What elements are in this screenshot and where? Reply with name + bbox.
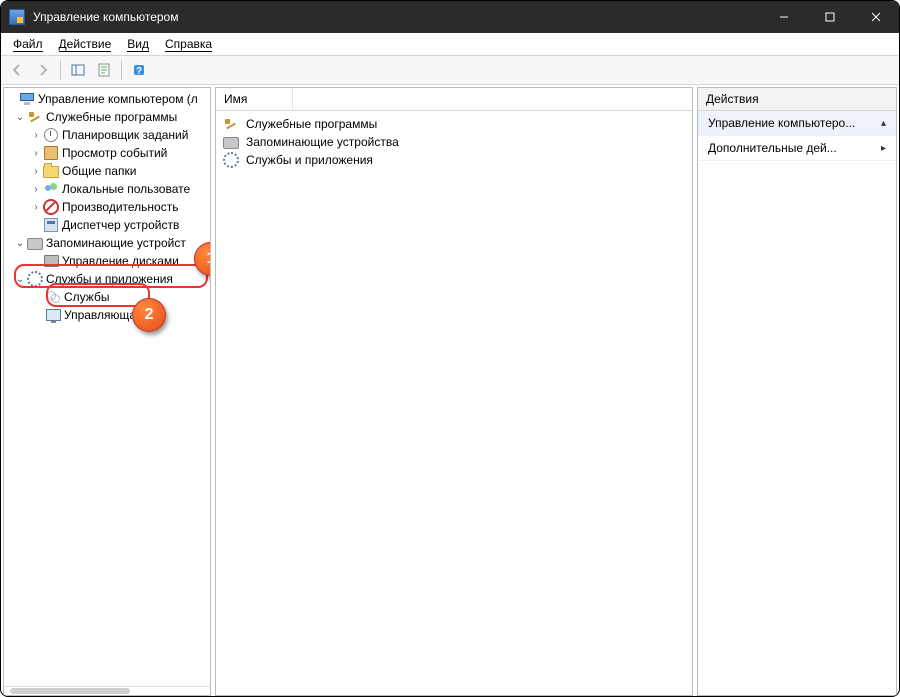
- toolbar-sep: [60, 60, 61, 80]
- step-badge-2: 2: [132, 298, 166, 332]
- folder-icon: [43, 163, 59, 179]
- column-header-row: Имя: [216, 88, 692, 111]
- toolbar: ?: [1, 56, 899, 85]
- list-item[interactable]: Служебные программы: [222, 115, 686, 133]
- tree-event-viewer[interactable]: › Просмотр событий: [6, 144, 210, 162]
- tools-icon: [27, 109, 43, 125]
- tree-label: Производительность: [62, 200, 178, 214]
- tree-system-tools[interactable]: ⌄ Служебные программы: [6, 108, 210, 126]
- menu-action[interactable]: Действие: [51, 35, 120, 53]
- minimize-button[interactable]: [761, 1, 807, 33]
- collapse-icon: ▴: [881, 118, 886, 129]
- gears-icon: [45, 289, 61, 305]
- tree-label: Локальные пользовате: [62, 182, 190, 196]
- forward-button[interactable]: [31, 58, 55, 82]
- tree-label: Просмотр событий: [62, 146, 167, 160]
- svg-text:?: ?: [136, 66, 142, 77]
- console-tree[interactable]: Управление компьютером (л ⌄ Служебные пр…: [4, 88, 210, 686]
- tools-icon: [223, 116, 239, 132]
- tree-task-scheduler[interactable]: › Планировщик заданий: [6, 126, 210, 144]
- menu-help[interactable]: Справка: [157, 35, 220, 53]
- storage-icon: [223, 134, 239, 150]
- expand-icon[interactable]: ⌄: [14, 238, 26, 249]
- actions-panel: Действия Управление компьютеро... ▴ Допо…: [697, 87, 897, 696]
- tree-wmi-control[interactable]: Управляющая н: [6, 306, 210, 324]
- expand-icon[interactable]: ›: [30, 202, 42, 213]
- no-icon: [43, 199, 59, 215]
- actions-more-label: Дополнительные дей...: [708, 141, 837, 155]
- device-icon: [43, 217, 59, 233]
- computer-management-window: Управление компьютером Файл Действие Вид…: [0, 0, 900, 697]
- menubar: Файл Действие Вид Справка: [1, 33, 899, 56]
- column-name[interactable]: Имя: [216, 88, 293, 110]
- close-button[interactable]: [853, 1, 899, 33]
- back-button[interactable]: [5, 58, 29, 82]
- tree-disk-management[interactable]: Управление дисками: [6, 252, 210, 270]
- tree-services[interactable]: Службы: [6, 288, 210, 306]
- tree-local-users[interactable]: › Локальные пользовате: [6, 180, 210, 198]
- tree-label: Запоминающие устройст: [46, 236, 186, 250]
- list-item[interactable]: Службы и приложения: [222, 151, 686, 169]
- tree-label: Планировщик заданий: [62, 128, 188, 142]
- list-item-label: Службы и приложения: [246, 153, 373, 167]
- gear-icon: [27, 271, 43, 287]
- actions-header: Действия: [698, 88, 896, 111]
- expand-icon[interactable]: ⌄: [14, 112, 26, 123]
- show-hide-tree-button[interactable]: [66, 58, 90, 82]
- clock-icon: [43, 127, 59, 143]
- tree-storage[interactable]: ⌄ Запоминающие устройст: [6, 234, 210, 252]
- tree-label: Общие папки: [62, 164, 136, 178]
- expand-icon[interactable]: ⌄: [14, 274, 26, 285]
- maximize-button[interactable]: [807, 1, 853, 33]
- menu-view[interactable]: Вид: [119, 35, 157, 53]
- app-icon: [9, 9, 25, 25]
- center-list[interactable]: Служебные программы Запоминающие устройс…: [216, 111, 692, 173]
- body: Управление компьютером (л ⌄ Служебные пр…: [1, 85, 899, 697]
- list-item-label: Запоминающие устройства: [246, 135, 399, 149]
- expand-icon[interactable]: ›: [30, 166, 42, 177]
- menu-file[interactable]: Файл: [5, 35, 51, 53]
- tree-label: Управление дисками: [62, 254, 179, 268]
- expand-icon[interactable]: ›: [30, 130, 42, 141]
- actions-group[interactable]: Управление компьютеро... ▴: [698, 111, 896, 136]
- computer-icon: [19, 91, 35, 107]
- users-icon: [43, 181, 59, 197]
- tree-label: Управление компьютером (л: [38, 92, 198, 106]
- scrollbar-thumb[interactable]: [10, 688, 130, 694]
- tree-device-manager[interactable]: Диспетчер устройств: [6, 216, 210, 234]
- tree-label: Диспетчер устройств: [62, 218, 179, 232]
- list-item[interactable]: Запоминающие устройства: [222, 133, 686, 151]
- disk-icon: [43, 253, 59, 269]
- tree-root[interactable]: Управление компьютером (л: [6, 90, 210, 108]
- actions-more[interactable]: Дополнительные дей... ▸: [698, 136, 896, 161]
- properties-button[interactable]: [92, 58, 116, 82]
- storage-icon: [27, 235, 43, 251]
- gear-icon: [223, 152, 239, 168]
- window-buttons: [761, 1, 899, 33]
- expand-icon[interactable]: ›: [30, 184, 42, 195]
- tree-panel: Управление компьютером (л ⌄ Служебные пр…: [3, 87, 211, 696]
- tree-services-apps[interactable]: ⌄ Службы и приложения: [6, 270, 210, 288]
- tree-label: Службы: [64, 290, 109, 304]
- book-icon: [43, 145, 59, 161]
- tree-label: Службы и приложения: [46, 272, 173, 286]
- tree-hscrollbar[interactable]: [4, 686, 210, 695]
- center-panel: Имя Служебные программы Запоминающие уст…: [215, 87, 693, 696]
- chevron-right-icon: ▸: [881, 143, 886, 154]
- expand-icon[interactable]: ›: [30, 148, 42, 159]
- tree-shared-folders[interactable]: › Общие папки: [6, 162, 210, 180]
- tree-performance[interactable]: › Производительность: [6, 198, 210, 216]
- actions-group-label: Управление компьютеро...: [708, 116, 855, 130]
- toolbar-sep: [121, 60, 122, 80]
- list-item-label: Служебные программы: [246, 117, 377, 131]
- help-button[interactable]: ?: [127, 58, 151, 82]
- screen-icon: [45, 307, 61, 323]
- titlebar[interactable]: Управление компьютером: [1, 1, 899, 33]
- window-title: Управление компьютером: [33, 10, 761, 24]
- tree-label: Служебные программы: [46, 110, 177, 124]
